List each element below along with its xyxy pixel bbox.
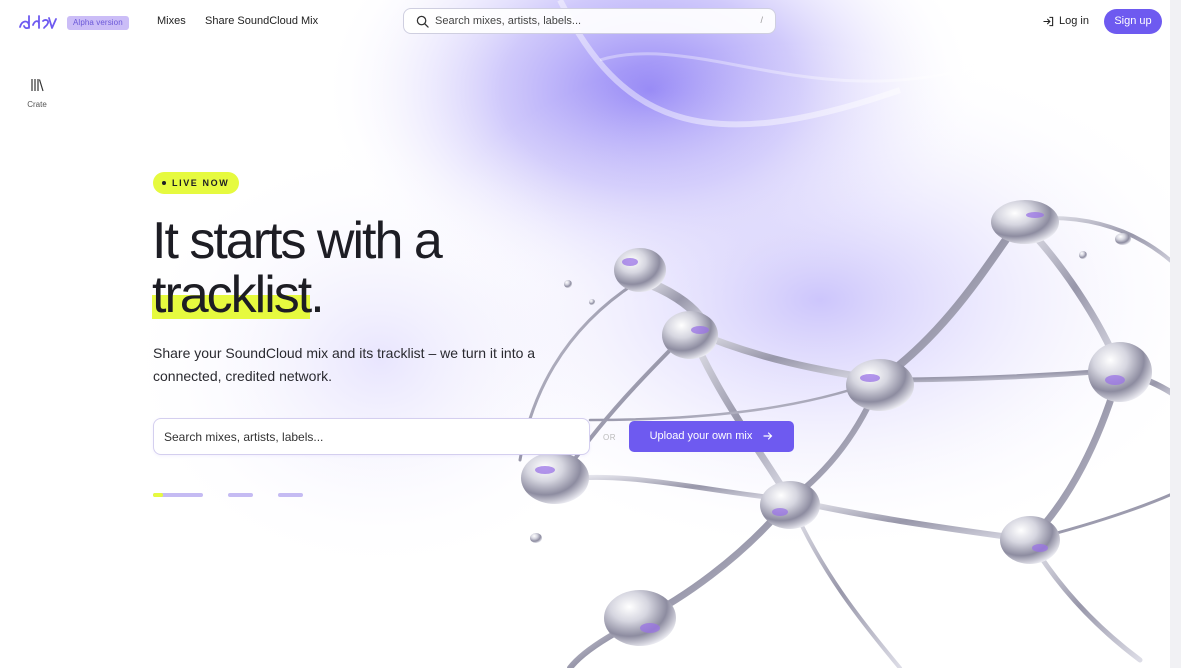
hero-title: It starts with a tracklist.: [152, 212, 443, 324]
search-placeholder: Search mixes, artists, labels...: [435, 15, 582, 27]
arrow-right-icon: [763, 432, 773, 440]
or-divider: OR: [603, 433, 616, 442]
nav-link-mixes[interactable]: Mixes: [157, 15, 186, 27]
upload-mix-button[interactable]: Upload your own mix: [629, 421, 794, 452]
carousel-indicator[interactable]: [278, 493, 303, 497]
search-icon: [416, 15, 429, 28]
brand-logo-icon[interactable]: [18, 12, 58, 32]
library-icon: [31, 79, 44, 92]
hero-background-art: [0, 0, 1181, 668]
hero-search-input[interactable]: Search mixes, artists, labels...: [153, 418, 590, 455]
signup-button[interactable]: Sign up: [1104, 9, 1162, 34]
search-shortcut-hint: /: [760, 15, 763, 25]
upload-mix-label: Upload your own mix: [649, 430, 753, 442]
nav-link-share-soundcloud-mix[interactable]: Share SoundCloud Mix: [205, 15, 318, 27]
top-header: Alpha version Mixes Share SoundCloud Mix…: [0, 0, 1181, 44]
hero-title-highlight: tracklist: [152, 266, 312, 324]
carousel-indicator[interactable]: [228, 493, 253, 497]
header-search-input[interactable]: Search mixes, artists, labels... /: [403, 8, 776, 34]
login-icon: [1043, 16, 1054, 27]
live-now-badge: LIVE NOW: [153, 172, 240, 194]
hero-title-line-1: It starts with a: [152, 212, 443, 270]
carousel-progress: [153, 493, 163, 497]
live-dot-icon: [162, 180, 166, 185]
hero-subtitle: Share your SoundCloud mix and its trackl…: [153, 345, 536, 384]
sidebar-item-label: Crate: [27, 100, 47, 109]
live-now-label: LIVE NOW: [172, 178, 230, 188]
alpha-version-badge: Alpha version: [67, 16, 129, 30]
hero-search-placeholder: Search mixes, artists, labels...: [164, 430, 324, 444]
sidebar-item-crate[interactable]: Crate: [20, 78, 54, 109]
hero-title-period: .: [310, 266, 325, 324]
login-label: Log in: [1059, 15, 1089, 27]
